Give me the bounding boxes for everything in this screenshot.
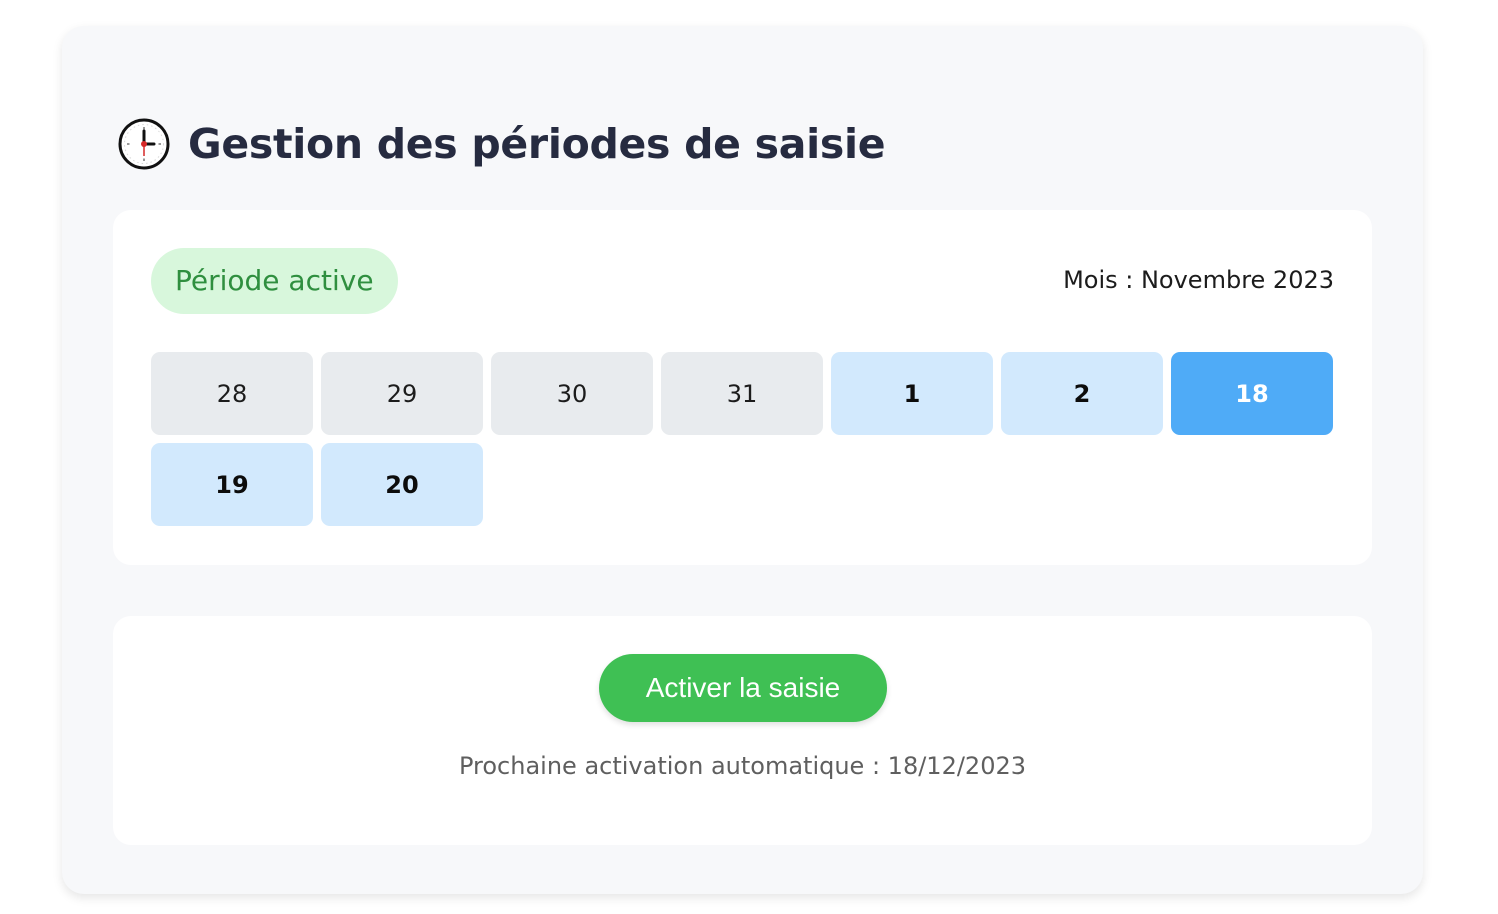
day-cell[interactable]: 30	[491, 352, 653, 435]
day-cell[interactable]: 31	[661, 352, 823, 435]
days-grid: 28 29 30 31 1 2 18 19 20	[151, 352, 1335, 526]
day-cell-selected[interactable]: 18	[1171, 352, 1333, 435]
month-label: Mois : Novembre 2023	[1063, 266, 1334, 294]
next-activation-text: Prochaine activation automatique : 18/12…	[458, 752, 1026, 780]
day-cell[interactable]: 20	[321, 443, 483, 526]
activation-card: Activer la saisie Prochaine activation a…	[113, 616, 1372, 845]
period-status-badge: Période active	[151, 248, 398, 314]
day-cell[interactable]: 19	[151, 443, 313, 526]
day-cell[interactable]: 1	[831, 352, 993, 435]
page-header: Gestion des périodes de saisie	[118, 118, 886, 170]
period-management-panel: Gestion des périodes de saisie Période a…	[62, 26, 1423, 894]
day-cell[interactable]: 28	[151, 352, 313, 435]
day-cell[interactable]: 29	[321, 352, 483, 435]
active-period-card: Période active Mois : Novembre 2023 28 2…	[113, 210, 1372, 565]
activate-entry-button[interactable]: Activer la saisie	[599, 654, 887, 722]
page-title: Gestion des périodes de saisie	[188, 120, 886, 168]
day-cell[interactable]: 2	[1001, 352, 1163, 435]
clock-icon	[118, 118, 170, 170]
